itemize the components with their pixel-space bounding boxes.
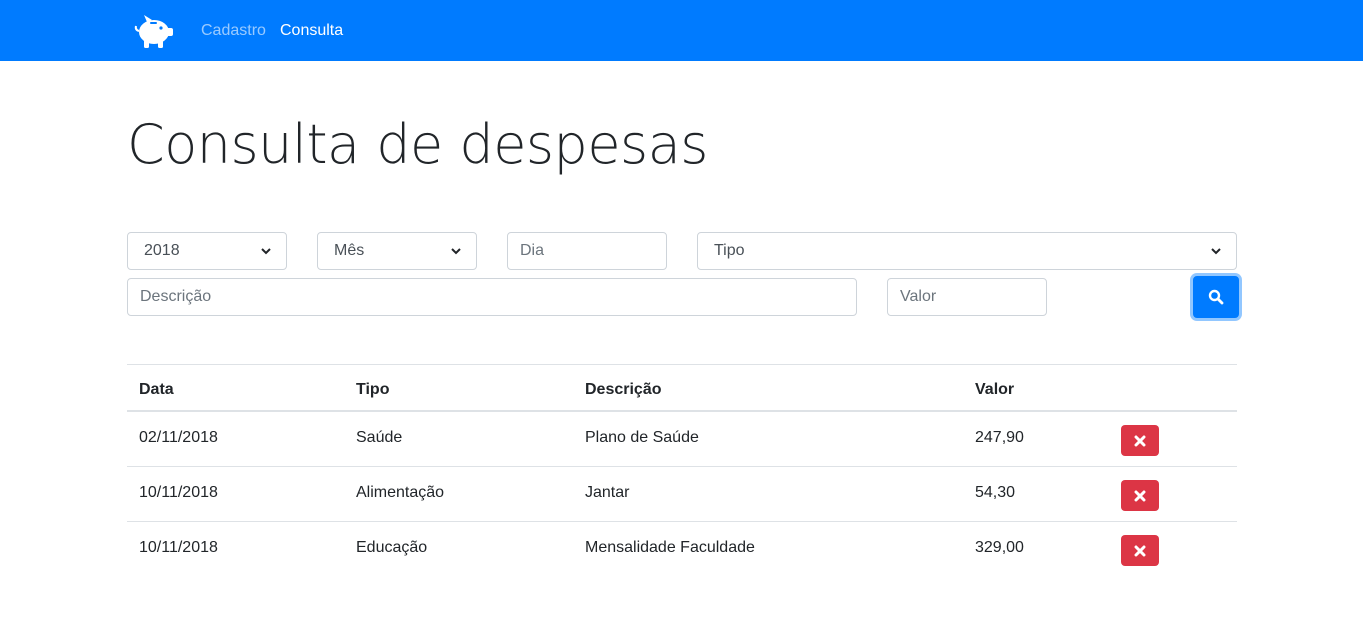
cell-tipo: Educação: [356, 539, 428, 556]
cell-descricao: Mensalidade Faculdade: [585, 539, 755, 556]
table-row: 10/11/2018 Educação Mensalidade Faculdad…: [127, 522, 1237, 577]
value-input[interactable]: Valor: [887, 278, 1047, 316]
expenses-table: Data Tipo Descrição Valor 02/11/2018 Saú…: [127, 364, 1237, 577]
chevron-down-icon: [1211, 248, 1221, 255]
header-data: Data: [139, 381, 174, 398]
page-title: Consulta de despesas: [127, 113, 708, 176]
times-icon: [1134, 490, 1146, 501]
table-row: 02/11/2018 Saúde Plano de Saúde 247,90: [127, 412, 1237, 467]
cell-data: 10/11/2018: [139, 539, 218, 556]
year-select[interactable]: 2018: [127, 232, 287, 270]
search-button[interactable]: [1193, 276, 1239, 318]
table-header: Data Tipo Descrição Valor: [127, 364, 1237, 412]
times-icon: [1134, 545, 1146, 556]
nav-link-consulta[interactable]: Consulta: [280, 21, 343, 41]
month-select-value: Mês: [334, 242, 365, 259]
year-select-value: 2018: [144, 242, 180, 259]
day-input-placeholder: Dia: [520, 242, 545, 259]
cell-valor: 247,90: [975, 429, 1024, 446]
chevron-down-icon: [261, 248, 271, 255]
table-row: 10/11/2018 Alimentação Jantar 54,30: [127, 467, 1237, 522]
header-tipo: Tipo: [356, 381, 390, 398]
month-select[interactable]: Mês: [317, 232, 477, 270]
description-input-placeholder: Descrição: [140, 288, 212, 305]
cell-valor: 54,30: [975, 484, 1016, 501]
type-select-value: Tipo: [714, 242, 745, 259]
cell-data: 02/11/2018: [139, 429, 218, 446]
cell-valor: 329,00: [975, 539, 1024, 556]
chevron-down-icon: [451, 248, 461, 255]
nav-link-cadastro[interactable]: Cadastro: [201, 21, 266, 41]
delete-button[interactable]: [1121, 425, 1159, 456]
piggy-bank-icon[interactable]: [133, 13, 175, 49]
value-input-placeholder: Valor: [900, 288, 937, 305]
header-descricao: Descrição: [585, 381, 662, 398]
cell-descricao: Plano de Saúde: [585, 429, 699, 446]
day-input[interactable]: Dia: [507, 232, 667, 270]
navbar: Cadastro Consulta: [0, 0, 1363, 61]
cell-data: 10/11/2018: [139, 484, 218, 501]
cell-tipo: Saúde: [356, 429, 403, 446]
delete-button[interactable]: [1121, 535, 1159, 566]
description-input[interactable]: Descrição: [127, 278, 857, 316]
times-icon: [1134, 435, 1146, 446]
cell-descricao: Jantar: [585, 484, 630, 501]
delete-button[interactable]: [1121, 480, 1159, 511]
header-valor: Valor: [975, 381, 1015, 398]
type-select[interactable]: Tipo: [697, 232, 1237, 270]
search-icon: [1208, 289, 1224, 305]
cell-tipo: Alimentação: [356, 484, 445, 501]
